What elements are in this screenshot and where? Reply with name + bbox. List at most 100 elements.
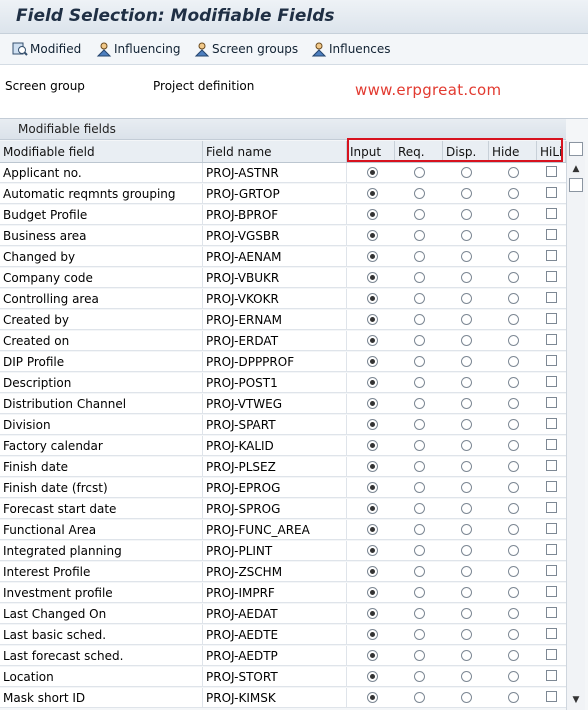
hili-checkbox[interactable] (546, 271, 557, 282)
radio-req[interactable] (414, 209, 425, 220)
radio-hide[interactable] (508, 230, 519, 241)
radio-input[interactable] (367, 692, 378, 703)
hili-checkbox[interactable] (546, 418, 557, 429)
scroll-thumb[interactable] (569, 178, 583, 192)
col-header-modifiable-field[interactable]: Modifiable field (0, 141, 203, 162)
radio-disp[interactable] (461, 587, 472, 598)
hili-checkbox[interactable] (546, 565, 557, 576)
radio-disp[interactable] (461, 503, 472, 514)
radio-hide[interactable] (508, 398, 519, 409)
influences-button[interactable]: Influences (311, 41, 391, 57)
radio-req[interactable] (414, 692, 425, 703)
radio-hide[interactable] (508, 209, 519, 220)
radio-req[interactable] (414, 629, 425, 640)
radio-req[interactable] (414, 335, 425, 346)
radio-disp[interactable] (461, 461, 472, 472)
radio-req[interactable] (414, 419, 425, 430)
radio-disp[interactable] (461, 230, 472, 241)
radio-req[interactable] (414, 314, 425, 325)
radio-hide[interactable] (508, 188, 519, 199)
radio-disp[interactable] (461, 629, 472, 640)
scroll-up-arrow-icon[interactable]: ▲ (569, 162, 583, 176)
radio-input[interactable] (367, 251, 378, 262)
radio-disp[interactable] (461, 209, 472, 220)
radio-req[interactable] (414, 356, 425, 367)
radio-hide[interactable] (508, 314, 519, 325)
radio-input[interactable] (367, 314, 378, 325)
radio-req[interactable] (414, 671, 425, 682)
radio-hide[interactable] (508, 272, 519, 283)
radio-input[interactable] (367, 398, 378, 409)
hili-checkbox[interactable] (546, 376, 557, 387)
radio-disp[interactable] (461, 335, 472, 346)
hili-checkbox[interactable] (546, 628, 557, 639)
radio-disp[interactable] (461, 419, 472, 430)
hili-checkbox[interactable] (546, 229, 557, 240)
radio-input[interactable] (367, 419, 378, 430)
radio-disp[interactable] (461, 293, 472, 304)
radio-input[interactable] (367, 167, 378, 178)
hili-checkbox[interactable] (546, 166, 557, 177)
col-header-hide[interactable]: Hide (489, 141, 537, 162)
radio-disp[interactable] (461, 671, 472, 682)
radio-req[interactable] (414, 398, 425, 409)
radio-hide[interactable] (508, 566, 519, 577)
radio-input[interactable] (367, 524, 378, 535)
col-header-hili[interactable]: HiLi (537, 141, 566, 162)
radio-hide[interactable] (508, 587, 519, 598)
radio-disp[interactable] (461, 566, 472, 577)
radio-hide[interactable] (508, 482, 519, 493)
influencing-button[interactable]: Influencing (96, 41, 180, 57)
radio-hide[interactable] (508, 356, 519, 367)
radio-req[interactable] (414, 440, 425, 451)
radio-input[interactable] (367, 545, 378, 556)
hili-checkbox[interactable] (546, 670, 557, 681)
radio-req[interactable] (414, 587, 425, 598)
radio-input[interactable] (367, 629, 378, 640)
radio-disp[interactable] (461, 377, 472, 388)
hili-checkbox[interactable] (546, 649, 557, 660)
hili-checkbox[interactable] (546, 208, 557, 219)
hili-checkbox[interactable] (546, 502, 557, 513)
hili-checkbox[interactable] (546, 523, 557, 534)
radio-hide[interactable] (508, 335, 519, 346)
radio-req[interactable] (414, 230, 425, 241)
hili-checkbox[interactable] (546, 187, 557, 198)
radio-hide[interactable] (508, 692, 519, 703)
radio-disp[interactable] (461, 356, 472, 367)
radio-input[interactable] (367, 608, 378, 619)
radio-req[interactable] (414, 503, 425, 514)
col-header-disp[interactable]: Disp. (443, 141, 489, 162)
radio-req[interactable] (414, 461, 425, 472)
radio-disp[interactable] (461, 545, 472, 556)
radio-disp[interactable] (461, 398, 472, 409)
hili-checkbox[interactable] (546, 460, 557, 471)
radio-disp[interactable] (461, 650, 472, 661)
radio-input[interactable] (367, 503, 378, 514)
radio-hide[interactable] (508, 545, 519, 556)
radio-hide[interactable] (508, 440, 519, 451)
radio-hide[interactable] (508, 503, 519, 514)
radio-input[interactable] (367, 377, 378, 388)
radio-hide[interactable] (508, 461, 519, 472)
hili-checkbox[interactable] (546, 355, 557, 366)
radio-hide[interactable] (508, 608, 519, 619)
radio-input[interactable] (367, 293, 378, 304)
hili-checkbox[interactable] (546, 334, 557, 345)
radio-req[interactable] (414, 608, 425, 619)
scroll-down-arrow-icon[interactable]: ▼ (569, 693, 583, 707)
radio-req[interactable] (414, 377, 425, 388)
radio-req[interactable] (414, 650, 425, 661)
hili-checkbox[interactable] (546, 292, 557, 303)
radio-input[interactable] (367, 188, 378, 199)
radio-disp[interactable] (461, 167, 472, 178)
radio-input[interactable] (367, 587, 378, 598)
hili-checkbox[interactable] (546, 544, 557, 555)
radio-input[interactable] (367, 566, 378, 577)
radio-hide[interactable] (508, 524, 519, 535)
radio-req[interactable] (414, 188, 425, 199)
hili-checkbox[interactable] (546, 397, 557, 408)
radio-hide[interactable] (508, 419, 519, 430)
radio-disp[interactable] (461, 188, 472, 199)
hili-checkbox[interactable] (546, 586, 557, 597)
